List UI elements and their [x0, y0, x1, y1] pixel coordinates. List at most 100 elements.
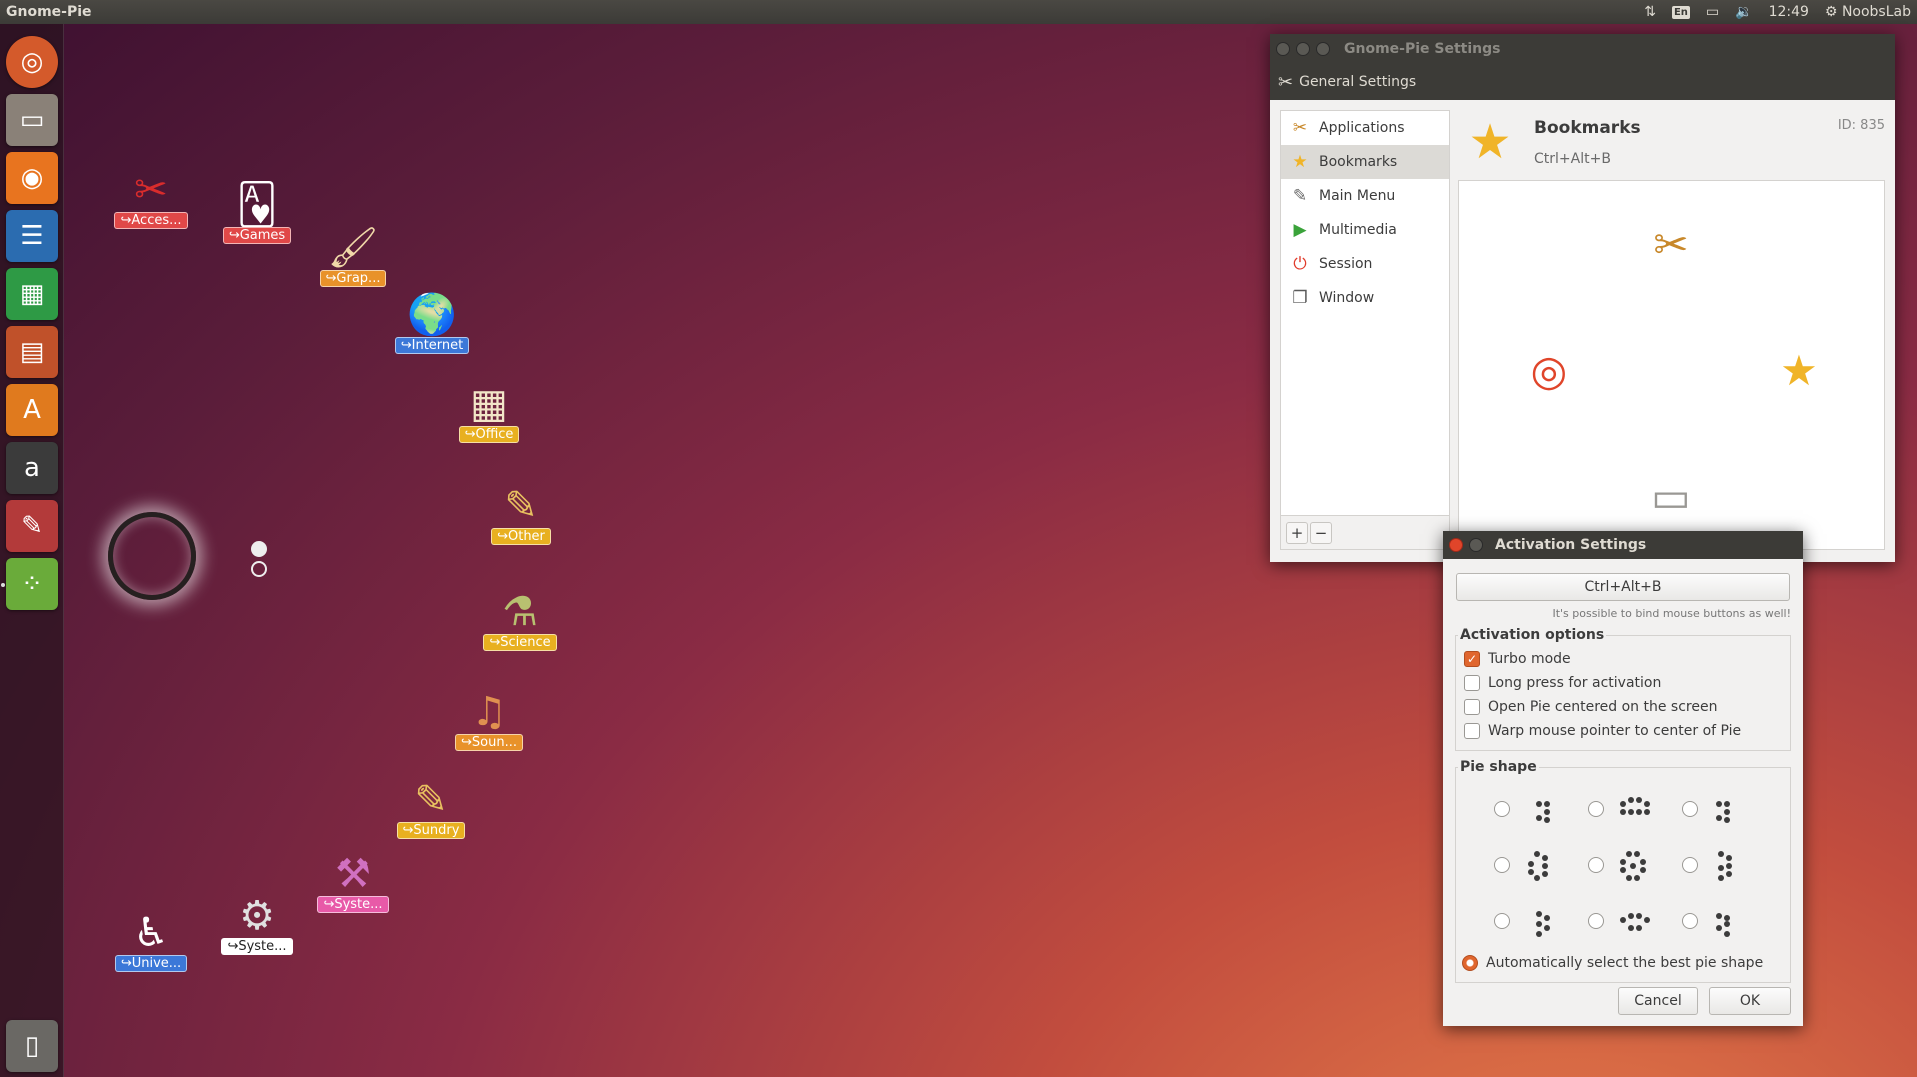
- selected-pie-icon[interactable]: ★: [1464, 116, 1516, 168]
- option-checkbox[interactable]: ✓: [1464, 651, 1480, 667]
- launcher-dash-icon[interactable]: ◎: [6, 36, 58, 88]
- pie-shape-preview: [1710, 907, 1740, 937]
- general-settings-button[interactable]: ✂ General Settings: [1278, 72, 1416, 93]
- window-icon: ❐: [1292, 288, 1308, 308]
- pie-shape-radio[interactable]: [1588, 801, 1604, 817]
- clock[interactable]: 12:49: [1769, 4, 1809, 20]
- pie-slice[interactable]: 🌍 ↪Internet: [393, 283, 471, 354]
- active-app-name: Gnome-Pie: [6, 4, 92, 20]
- ok-button[interactable]: OK: [1709, 987, 1791, 1015]
- battery-icon[interactable]: ▭: [1706, 4, 1719, 20]
- auto-shape-label: Automatically select the best pie shape: [1486, 955, 1764, 971]
- ubuntu-logo-icon[interactable]: ◎: [1521, 343, 1577, 399]
- maximize-button[interactable]: [1469, 538, 1483, 552]
- pie-list-item[interactable]: ⏻ Session: [1281, 247, 1449, 281]
- pie-slice[interactable]: ✂ ↪Acces...: [112, 158, 190, 229]
- close-button[interactable]: [1449, 538, 1463, 552]
- pie-slice[interactable]: ⚙ ↪Syste...: [218, 884, 296, 955]
- pie-shape-group: Pie shape Automatically select the best …: [1455, 759, 1791, 983]
- activation-option-row[interactable]: Open Pie centered on the screen: [1456, 695, 1790, 719]
- launcher-amazon-icon[interactable]: a: [6, 442, 58, 494]
- trash-icon[interactable]: ▯: [6, 1020, 58, 1072]
- launcher-gnome-pie-icon[interactable]: ⁘: [6, 558, 58, 610]
- pie-list-item[interactable]: ❐ Window: [1281, 281, 1449, 315]
- pie-list-item[interactable]: ✎ Main Menu: [1281, 179, 1449, 213]
- option-checkbox[interactable]: [1464, 723, 1480, 739]
- pie-list-item-label: Applications: [1319, 120, 1405, 136]
- pie-shape-radio[interactable]: [1588, 913, 1604, 929]
- pie-shape-radio[interactable]: [1588, 857, 1604, 873]
- option-checkbox[interactable]: [1464, 699, 1480, 715]
- pie-slice[interactable]: ⚒ ↪Syste...: [314, 842, 392, 913]
- pie-list-item[interactable]: ★ Bookmarks: [1281, 145, 1449, 179]
- pie-slice[interactable]: ⚗ ↪Science: [481, 580, 559, 651]
- running-indicator: [1, 583, 5, 587]
- pie-preview[interactable]: ✂ ◎ ★ ▭: [1458, 180, 1885, 550]
- pie-slice[interactable]: ♫ ↪Soun...: [450, 680, 528, 751]
- cancel-button[interactable]: Cancel: [1618, 987, 1698, 1015]
- add-pie-button[interactable]: +: [1286, 521, 1308, 544]
- remove-pie-button[interactable]: −: [1310, 521, 1332, 544]
- pie-slice[interactable]: 🂱 ↪Games: [218, 173, 296, 244]
- pie-list: ✂ Applications ★ Bookmarks ✎ Main Menu ▶ Multim…: [1280, 110, 1450, 550]
- pie-slice-label: ↪Games: [222, 227, 292, 244]
- selected-pie-hotkey[interactable]: Ctrl+Alt+B: [1534, 151, 1611, 167]
- auto-shape-radio[interactable]: [1462, 955, 1478, 971]
- close-button[interactable]: [1276, 42, 1290, 56]
- launcher-files-icon[interactable]: ▭: [6, 94, 58, 146]
- pie-shape-preview: [1522, 795, 1552, 825]
- applications-icon: ✂: [1292, 118, 1308, 138]
- pie-slice[interactable]: ✎ ↪Sundry: [392, 768, 470, 839]
- launcher-impress-icon[interactable]: ▤: [6, 326, 58, 378]
- launcher-calc-icon[interactable]: ▦: [6, 268, 58, 320]
- selected-pie-id: ID: 835: [1837, 118, 1885, 133]
- auto-shape-radio-row[interactable]: Automatically select the best pie shape: [1456, 951, 1790, 975]
- pie-shape-radio[interactable]: [1682, 801, 1698, 817]
- pie-slice-label: ↪Other: [491, 528, 551, 545]
- option-label: Open Pie centered on the screen: [1488, 699, 1718, 715]
- launcher-writer-icon[interactable]: ☰: [6, 210, 58, 262]
- launcher-firefox-icon[interactable]: ◉: [6, 152, 58, 204]
- dialog-title: Activation Settings: [1495, 537, 1647, 553]
- pie-shape-radio[interactable]: [1494, 857, 1510, 873]
- option-checkbox[interactable]: [1464, 675, 1480, 691]
- pie-slice[interactable]: 🖌 ↪Grap...: [314, 216, 392, 287]
- pie-slice-icon: ✂: [134, 167, 168, 213]
- pie-slice-label: ↪Office: [458, 426, 520, 443]
- launcher-system-settings-icon[interactable]: ✎: [6, 500, 58, 552]
- pie-shape-radio[interactable]: [1494, 913, 1510, 929]
- maximize-button[interactable]: [1316, 42, 1330, 56]
- drive-icon[interactable]: ▭: [1643, 469, 1699, 525]
- pie-list-item-label: Bookmarks: [1319, 154, 1398, 170]
- pie-list-item[interactable]: ✂ Applications: [1281, 111, 1449, 145]
- star-icon[interactable]: ★: [1771, 343, 1827, 399]
- selected-pie-name[interactable]: Bookmarks: [1534, 118, 1641, 138]
- pie-shape-radio[interactable]: [1682, 913, 1698, 929]
- pie-shape-radio[interactable]: [1682, 857, 1698, 873]
- activation-option-row[interactable]: Long press for activation: [1456, 671, 1790, 695]
- pie-slice[interactable]: ▦ ↪Office: [450, 372, 528, 443]
- pie-list-item[interactable]: ▶ Multimedia: [1281, 213, 1449, 247]
- pie-shape-preview: [1616, 907, 1650, 937]
- pie-slice[interactable]: ✎ ↪Other: [482, 474, 560, 545]
- session-menu[interactable]: ⚙ NoobsLab: [1825, 4, 1911, 20]
- minimize-button[interactable]: [1296, 42, 1310, 56]
- home-folder-icon[interactable]: ✂: [1643, 217, 1699, 273]
- main-menu-icon: ✎: [1292, 186, 1308, 206]
- gear-icon: ⚙: [1824, 4, 1838, 20]
- volume-icon[interactable]: 🔉: [1735, 4, 1752, 20]
- option-label: Long press for activation: [1488, 675, 1662, 691]
- pie-shape-preview: [1522, 907, 1552, 937]
- pie-shape-preview: [1710, 851, 1740, 881]
- activation-option-row[interactable]: ✓ Turbo mode: [1456, 647, 1790, 671]
- hotkey-button[interactable]: Ctrl+Alt+B: [1456, 573, 1790, 601]
- keyboard-layout-indicator[interactable]: En: [1671, 5, 1690, 19]
- pie-shape-radio[interactable]: [1494, 801, 1510, 817]
- pie-slice[interactable]: ♿ ↪Unive...: [112, 901, 190, 972]
- network-icon[interactable]: ⇅: [1644, 4, 1656, 20]
- activation-option-row[interactable]: Warp mouse pointer to center of Pie: [1456, 719, 1790, 743]
- pie-center-ring[interactable]: [108, 512, 196, 600]
- session-icon: ⏻: [1293, 254, 1307, 274]
- pie-slice-label: ↪Syste...: [317, 896, 389, 913]
- launcher-software-center-icon[interactable]: A: [6, 384, 58, 436]
